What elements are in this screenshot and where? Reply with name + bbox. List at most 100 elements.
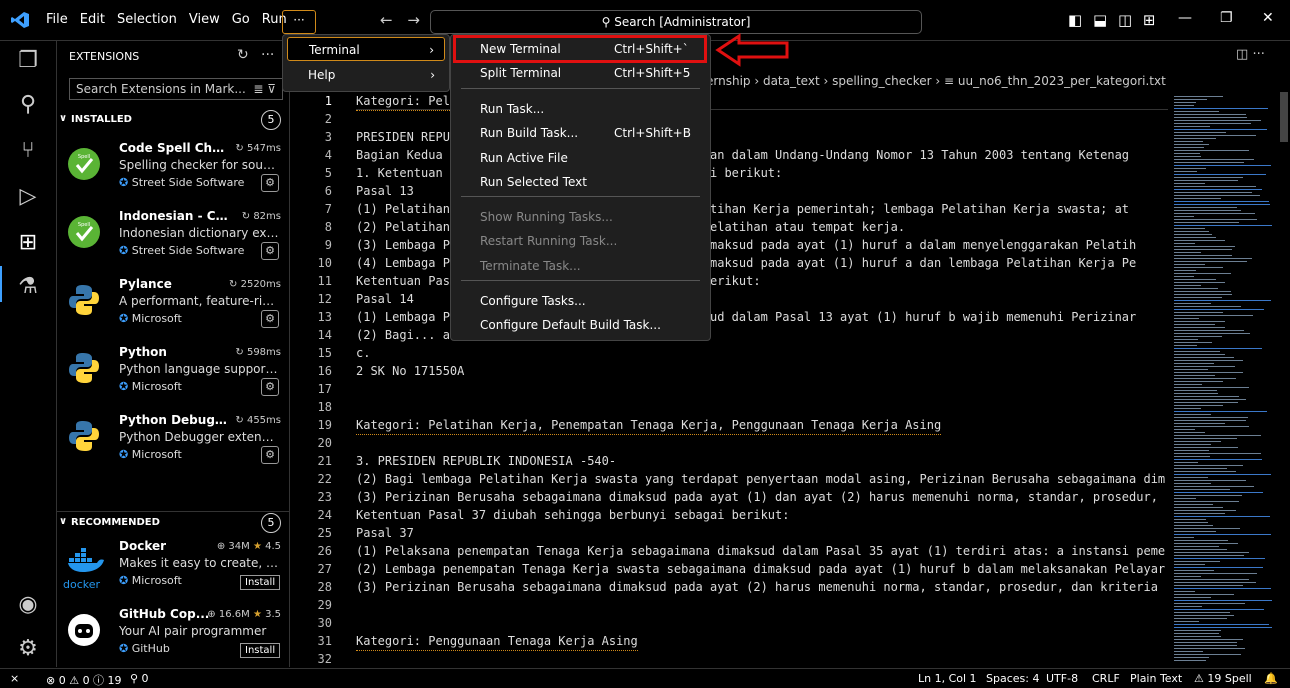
menu-view[interactable]: View (183, 12, 226, 27)
accounts-icon[interactable]: ◉ (14, 591, 42, 619)
editor-line: 18 (290, 398, 1168, 416)
refresh-icon[interactable]: ↻ (237, 47, 249, 63)
publisher-name: GitHub (131, 642, 170, 655)
verified-badge-icon: ✪ (119, 380, 132, 393)
terminal-menu-item[interactable]: Run Active File (451, 147, 710, 169)
manage-gear-icon[interactable]: ⚙ (261, 310, 279, 328)
extension-item[interactable]: docker Docker ⊕ 34M ★ 4.5 Makes it easy to … (57, 535, 289, 601)
toggle-secondary-sidebar-icon[interactable]: ◫ (1118, 11, 1132, 29)
menu-item-label: Split Terminal (480, 66, 562, 80)
extension-publisher[interactable]: ✪ GitHub (119, 642, 170, 655)
text-editor[interactable]: 1 Kategori: Pel 2 3 PRESIDEN REPU 4 Bagian Ked… (290, 92, 1168, 667)
extensions-search-input[interactable]: Search Extensions in Mark... ≣ ⊽ (69, 78, 283, 100)
terminal-menu-item[interactable]: Run Selected Text (451, 171, 710, 193)
forward-arrow-icon[interactable]: → (407, 11, 420, 29)
terminal-menu-item[interactable]: Configure Default Build Task... (451, 314, 710, 336)
recommended-section-header[interactable]: ∨ RECOMMENDED 5 (57, 511, 289, 534)
minimap-line (1174, 201, 1269, 202)
testing-icon[interactable]: ⚗ (14, 273, 42, 301)
minimap-line (1174, 219, 1257, 220)
minimap[interactable] (1170, 92, 1278, 667)
toggle-primary-sidebar-icon[interactable]: ◧ (1068, 11, 1082, 29)
terminal-menu-item[interactable]: Configure Tasks... (451, 290, 710, 312)
publisher-name: Street Side Software (131, 176, 245, 189)
language-mode[interactable]: Plain Text (1130, 672, 1182, 685)
extension-item[interactable]: Spell Indonesian - Code ... ↻ 82ms Indonesi… (57, 205, 289, 271)
encoding[interactable]: UTF-8 (1046, 672, 1078, 685)
scrollbar-thumb[interactable] (1280, 92, 1288, 142)
publisher-name: Microsoft (131, 574, 182, 587)
minimap-line (1174, 354, 1225, 355)
extension-publisher[interactable]: ✪ Microsoft (119, 312, 182, 325)
menu-item-terminal[interactable]: Terminal › (287, 37, 445, 61)
search-icon[interactable]: ⚲ (14, 91, 42, 119)
line-number: 25 (317, 526, 332, 540)
command-center-search[interactable]: ⚲ Search [Administrator] (430, 10, 922, 34)
minimap-line (1174, 246, 1235, 247)
install-button[interactable]: Install (240, 643, 281, 658)
source-control-icon[interactable]: ⑂ (14, 137, 42, 165)
extension-publisher[interactable]: ✪ Microsoft (119, 380, 182, 393)
manage-gear-icon[interactable]: ⚙ (261, 174, 279, 192)
install-button[interactable]: Install (240, 575, 281, 590)
time-value: 598ms (246, 347, 281, 358)
menu-file[interactable]: File (40, 12, 74, 27)
extension-item[interactable]: Python Debugger ↻ 455ms Python Debugger ex… (57, 409, 289, 475)
remote-indicator[interactable]: ⨯ (10, 672, 19, 685)
run-debug-icon[interactable]: ▷ (14, 183, 42, 211)
manage-gear-icon[interactable]: ⚙ (14, 635, 42, 663)
manage-gear-icon[interactable]: ⚙ (261, 242, 279, 260)
manage-gear-icon[interactable]: ⚙ (261, 446, 279, 464)
menu-item-help[interactable]: Help › (287, 63, 445, 87)
more-menus-button[interactable]: ··· (282, 10, 316, 34)
line-text: Pasal 37 (356, 526, 414, 540)
extension-item[interactable]: Python ↻ 598ms Python language support wi.… (57, 341, 289, 407)
extension-publisher[interactable]: ✪ Street Side Software (119, 176, 244, 189)
extensions-icon[interactable]: ⊞ (14, 229, 42, 257)
extension-item[interactable]: GitHub Cop... ⊕ 16.6M ★ 3.5 Your AI pair p… (57, 603, 289, 669)
more-actions-icon[interactable]: ··· (1252, 47, 1264, 62)
more-actions-icon[interactable]: ··· (261, 47, 274, 63)
back-arrow-icon[interactable]: ← (380, 11, 393, 29)
minimap-line (1174, 168, 1206, 169)
end-of-line[interactable]: CRLF (1092, 672, 1120, 685)
extension-item[interactable]: Spell Code Spell Checker ↻ 547ms Spelling c… (57, 137, 289, 203)
explorer-icon[interactable]: ❐ (14, 47, 42, 75)
indentation[interactable]: Spaces: 4 (986, 672, 1039, 685)
clock-icon: ↻ (241, 211, 254, 222)
split-editor-icon[interactable]: ◫ (1236, 47, 1248, 62)
manage-gear-icon[interactable]: ⚙ (261, 378, 279, 396)
minimap-line (1174, 267, 1223, 268)
cursor-position[interactable]: Ln 1, Col 1 (918, 672, 977, 685)
terminal-menu-item[interactable]: Run Task... (451, 98, 710, 120)
extension-publisher[interactable]: ✪ Microsoft (119, 448, 182, 461)
extension-publisher[interactable]: ✪ Street Side Software (119, 244, 244, 257)
svg-text:Spell: Spell (78, 222, 90, 228)
restore-icon[interactable]: ❐ (1220, 10, 1233, 26)
copilot-icon (67, 613, 101, 647)
breadcrumb[interactable]: ernship › data_text › spelling_checker ›… (706, 74, 1166, 88)
toggle-panel-icon[interactable]: ⬓ (1093, 11, 1107, 29)
terminal-menu-item[interactable]: Split Terminal Ctrl+Shift+5 (451, 62, 710, 84)
menu-edit[interactable]: Edit (74, 12, 111, 27)
installed-section-header[interactable]: ∨ INSTALLED 5 (57, 109, 289, 131)
terminal-menu-item[interactable]: Run Build Task... Ctrl+Shift+B (451, 122, 710, 144)
minimap-line (1174, 639, 1243, 640)
minimap-line (1174, 162, 1244, 163)
spell-checker-status[interactable]: ⚠ 19 Spell (1194, 672, 1252, 685)
notifications-bell-icon[interactable]: 🔔 (1264, 672, 1278, 685)
editor-line: 1 Kategori: Pel (290, 92, 1168, 111)
minimap-line (1174, 369, 1208, 370)
customize-layout-icon[interactable]: ⊞ (1143, 11, 1156, 29)
filter-icon[interactable]: ≣ ⊽ (253, 79, 276, 99)
recommended-count-badge: 5 (261, 513, 281, 533)
minimize-icon[interactable]: — (1178, 10, 1192, 26)
extension-item[interactable]: Pylance ↻ 2520ms A performant, feature-ric… (57, 273, 289, 339)
ports-indicator[interactable]: ⚲ 0 (130, 672, 149, 685)
minimap-line (1174, 237, 1216, 238)
close-icon[interactable]: ✕ (1262, 10, 1274, 26)
minimap-line (1174, 252, 1201, 253)
extension-publisher[interactable]: ✪ Microsoft (119, 574, 182, 587)
menu-go[interactable]: Go (226, 12, 256, 27)
menu-selection[interactable]: Selection (111, 12, 183, 27)
